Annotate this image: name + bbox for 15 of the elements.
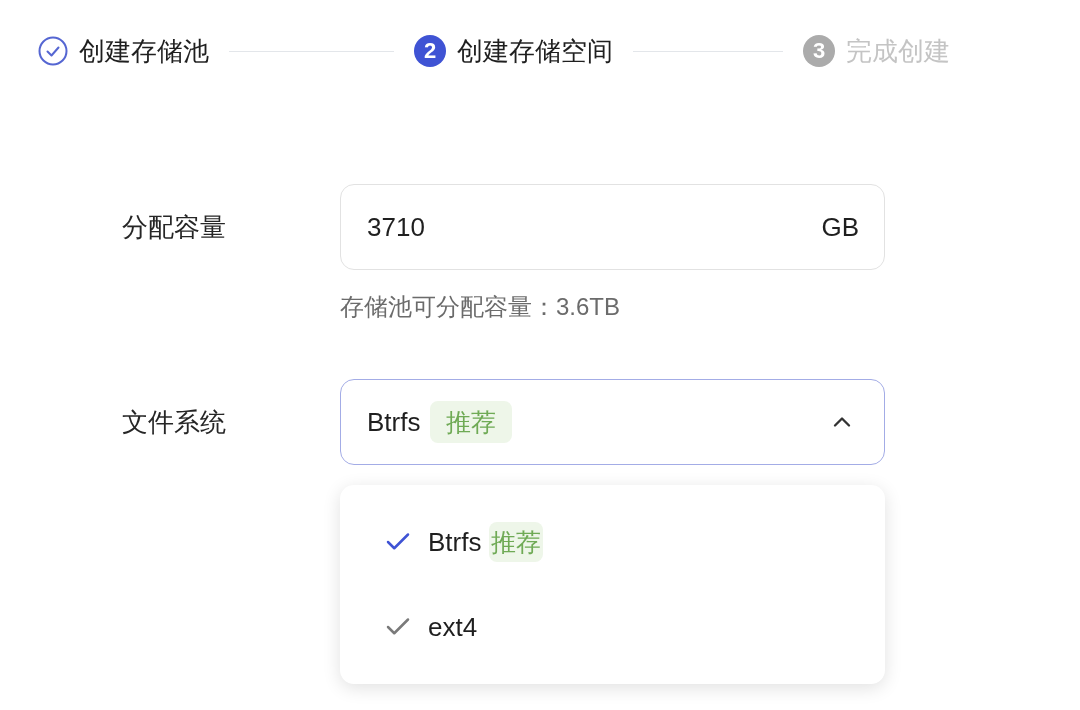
step-label: 创建存储空间 (457, 38, 613, 64)
file-system-select[interactable]: Btrfs 推荐 (340, 379, 885, 465)
step-label: 完成创建 (846, 38, 950, 64)
field-label: 文件系统 (122, 409, 226, 435)
check-circle-icon (38, 36, 68, 66)
recommended-tag: 推荐 (430, 401, 513, 443)
unit-label: GB (821, 214, 859, 240)
step-label: 创建存储池 (79, 38, 209, 64)
field-label: 分配容量 (122, 214, 226, 240)
dropdown-option[interactable]: Btrfs 推荐 (383, 522, 548, 562)
step-number: 2 (414, 35, 446, 67)
recommended-tag: 推荐 (489, 522, 544, 562)
step-number: 3 (803, 35, 835, 67)
dropdown-option[interactable]: ext4 (383, 607, 482, 647)
hint-text: 存储池可分配容量：3.6TB (340, 295, 621, 319)
